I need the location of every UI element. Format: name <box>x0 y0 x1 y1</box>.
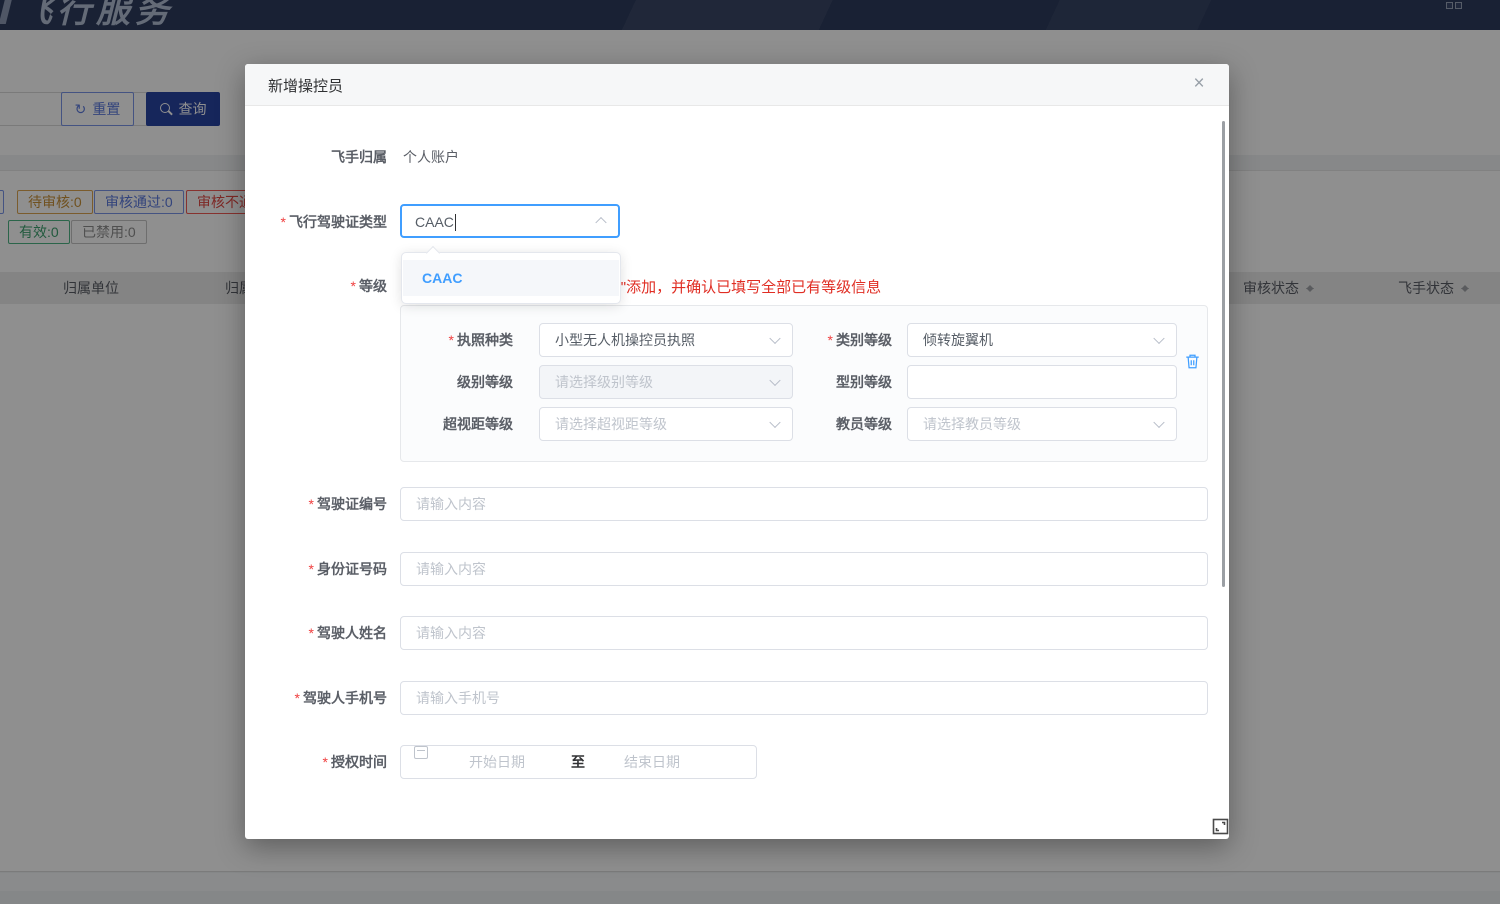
instructor-select[interactable]: 请选择教员等级 <box>907 407 1177 441</box>
chevron-down-icon <box>1153 333 1164 344</box>
category-select[interactable]: 倾转旋翼机 <box>907 323 1177 357</box>
date-range-picker[interactable]: 开始日期 至 结束日期 <box>400 745 757 779</box>
license-type-select[interactable]: CAAC <box>400 204 620 238</box>
category-value: 倾转旋翼机 <box>923 324 993 356</box>
modal-scrollbar-thumb[interactable] <box>1222 121 1225 587</box>
text-cursor <box>455 214 456 231</box>
end-date-input[interactable]: 结束日期 <box>624 746 680 778</box>
required-asterisk: * <box>828 332 833 348</box>
bvlos-label: 超视距等级 <box>409 414 513 434</box>
level-hint-text: +"添加，并确认已填写全部已有等级信息 <box>612 276 881 297</box>
select-dropdown: CAAC <box>401 252 621 304</box>
license-kind-value: 小型无人机操控员执照 <box>555 324 695 356</box>
chevron-down-icon <box>1153 417 1164 428</box>
modal-header: 新增操控员 × <box>245 64 1229 106</box>
required-asterisk: * <box>449 332 454 348</box>
pilot-phone-input[interactable] <box>400 681 1208 715</box>
start-date-input[interactable]: 开始日期 <box>469 746 525 778</box>
license-no-label: *驾驶证编号 <box>265 494 387 514</box>
required-asterisk: * <box>323 754 328 770</box>
pilot-name-input[interactable] <box>400 616 1208 650</box>
fullscreen-icon <box>1212 818 1229 835</box>
pilot-name-label: *驾驶人姓名 <box>265 623 387 643</box>
grade-placeholder: 请选择级别等级 <box>555 366 653 398</box>
grade-label: 级别等级 <box>409 372 513 392</box>
delete-level-button[interactable] <box>1185 353 1203 373</box>
chevron-up-icon <box>595 217 606 228</box>
instructor-label: 教员等级 <box>741 414 892 434</box>
license-kind-label: *执照种类 <box>409 330 513 350</box>
screen: 飞行服务 ↻ 重置 查询 待审核:0 审核通过:0 审核不通过:0 有效:0 已… <box>0 0 1500 904</box>
level-label: *等级 <box>265 276 387 296</box>
dropdown-arrow <box>426 246 440 260</box>
required-asterisk: * <box>351 278 356 294</box>
calendar-icon <box>414 746 428 759</box>
required-asterisk: * <box>281 214 286 230</box>
license-no-input[interactable] <box>400 487 1208 521</box>
license-type-label: *飞行驾驶证类型 <box>265 212 387 232</box>
dropdown-option-caac[interactable]: CAAC <box>403 260 619 296</box>
fullscreen-button[interactable] <box>1212 818 1229 835</box>
instructor-placeholder: 请选择教员等级 <box>923 408 1021 440</box>
add-operator-modal: 新增操控员 × 飞手归属 个人账户 *飞行驾驶证类型 CAAC CAAC *等级… <box>245 64 1229 839</box>
modal-close-button[interactable]: × <box>1187 72 1211 96</box>
category-label: *类别等级 <box>741 330 892 350</box>
pilot-phone-label: *驾驶人手机号 <box>265 688 387 708</box>
owner-label: 飞手归属 <box>265 147 387 167</box>
license-type-value: CAAC <box>415 206 454 238</box>
id-no-label: *身份证号码 <box>265 559 387 579</box>
required-asterisk: * <box>309 625 314 641</box>
modal-title: 新增操控员 <box>268 75 343 96</box>
owner-value: 个人账户 <box>403 147 459 167</box>
model-input[interactable] <box>907 365 1177 399</box>
close-icon: × <box>1193 73 1204 94</box>
id-no-input[interactable] <box>400 552 1208 586</box>
auth-time-label: *授权时间 <box>265 752 387 772</box>
required-asterisk: * <box>309 496 314 512</box>
bvlos-placeholder: 请选择超视距等级 <box>555 408 667 440</box>
required-asterisk: * <box>295 690 300 706</box>
date-separator: 至 <box>571 746 585 778</box>
trash-icon <box>1185 353 1200 370</box>
required-asterisk: * <box>309 561 314 577</box>
level-panel: *执照种类 小型无人机操控员执照 *类别等级 倾转旋翼机 级别等级 请选择级别等… <box>400 305 1208 462</box>
model-label: 型别等级 <box>741 372 892 392</box>
